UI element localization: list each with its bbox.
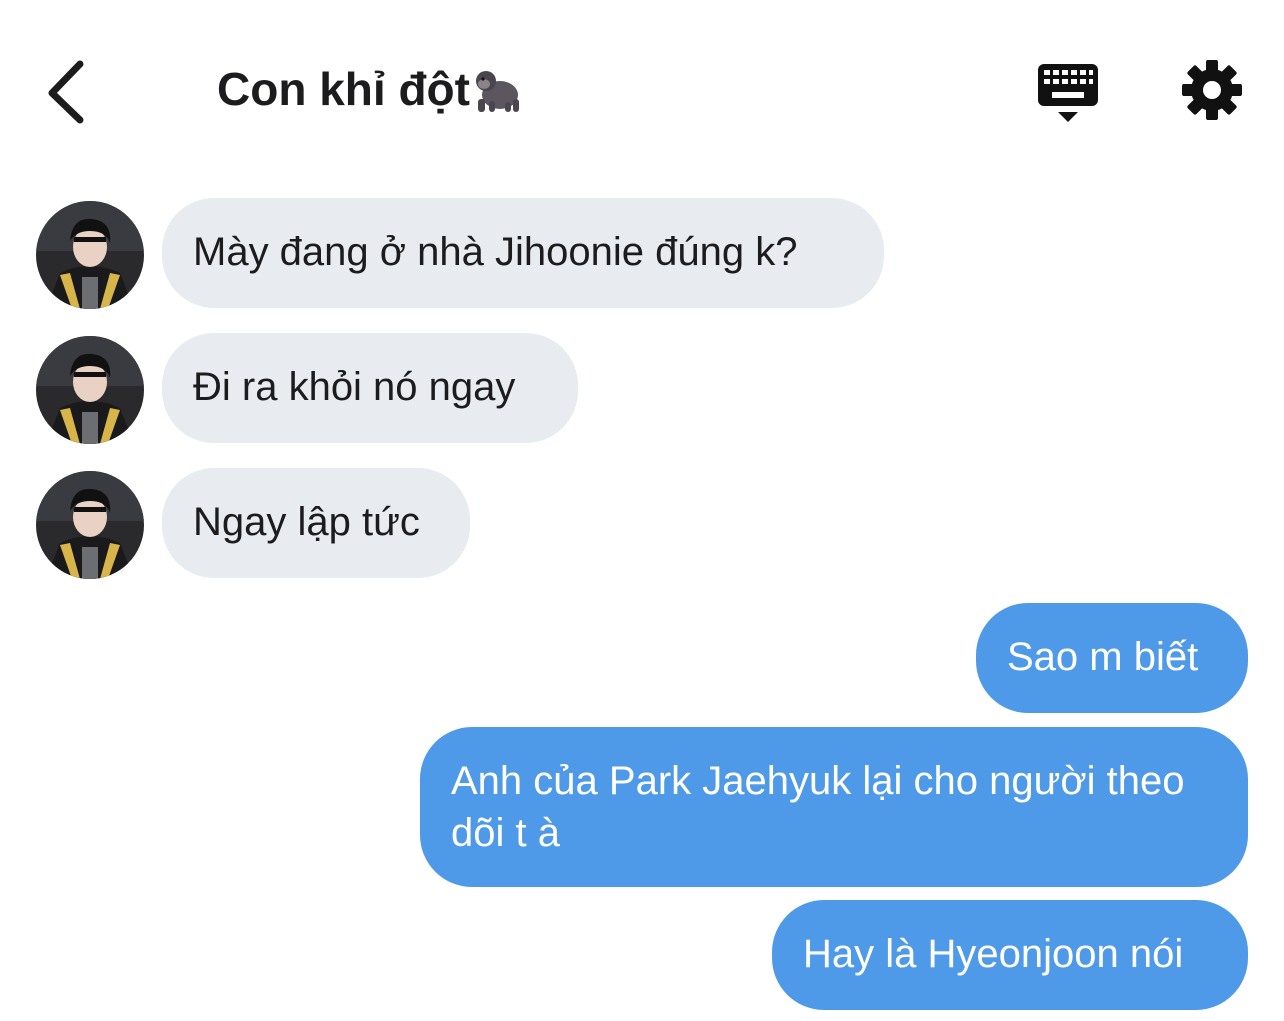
- message-text: Ngay lập tức: [193, 500, 420, 544]
- message-text: Mày đang ở nhà Jihoonie đúng k?: [193, 230, 798, 274]
- contact-avatar[interactable]: [36, 336, 144, 444]
- message-text: Hay là Hyeonjoon nói: [803, 932, 1184, 976]
- incoming-message-bubble[interactable]: Ngay lập tức: [162, 468, 470, 578]
- outgoing-message-bubble[interactable]: Hay là Hyeonjoon nói: [772, 900, 1248, 1010]
- contact-avatar[interactable]: [36, 471, 144, 579]
- outgoing-message-bubble[interactable]: Anh của Park Jaehyuk lại cho người theo …: [420, 727, 1248, 887]
- message-text: Anh của Park Jaehyuk lại cho người theo …: [451, 759, 1185, 855]
- message-text: Sao m biết: [1007, 635, 1199, 679]
- incoming-message-bubble[interactable]: Đi ra khỏi nó ngay: [162, 333, 578, 443]
- outgoing-message-bubble[interactable]: Sao m biết: [976, 603, 1248, 713]
- message-text: Đi ra khỏi nó ngay: [193, 365, 516, 409]
- contact-avatar[interactable]: [36, 201, 144, 309]
- message-list: Mày đang ở nhà Jihoonie đúng k? Đi ra kh…: [0, 0, 1284, 1021]
- incoming-message-bubble[interactable]: Mày đang ở nhà Jihoonie đúng k?: [162, 198, 884, 308]
